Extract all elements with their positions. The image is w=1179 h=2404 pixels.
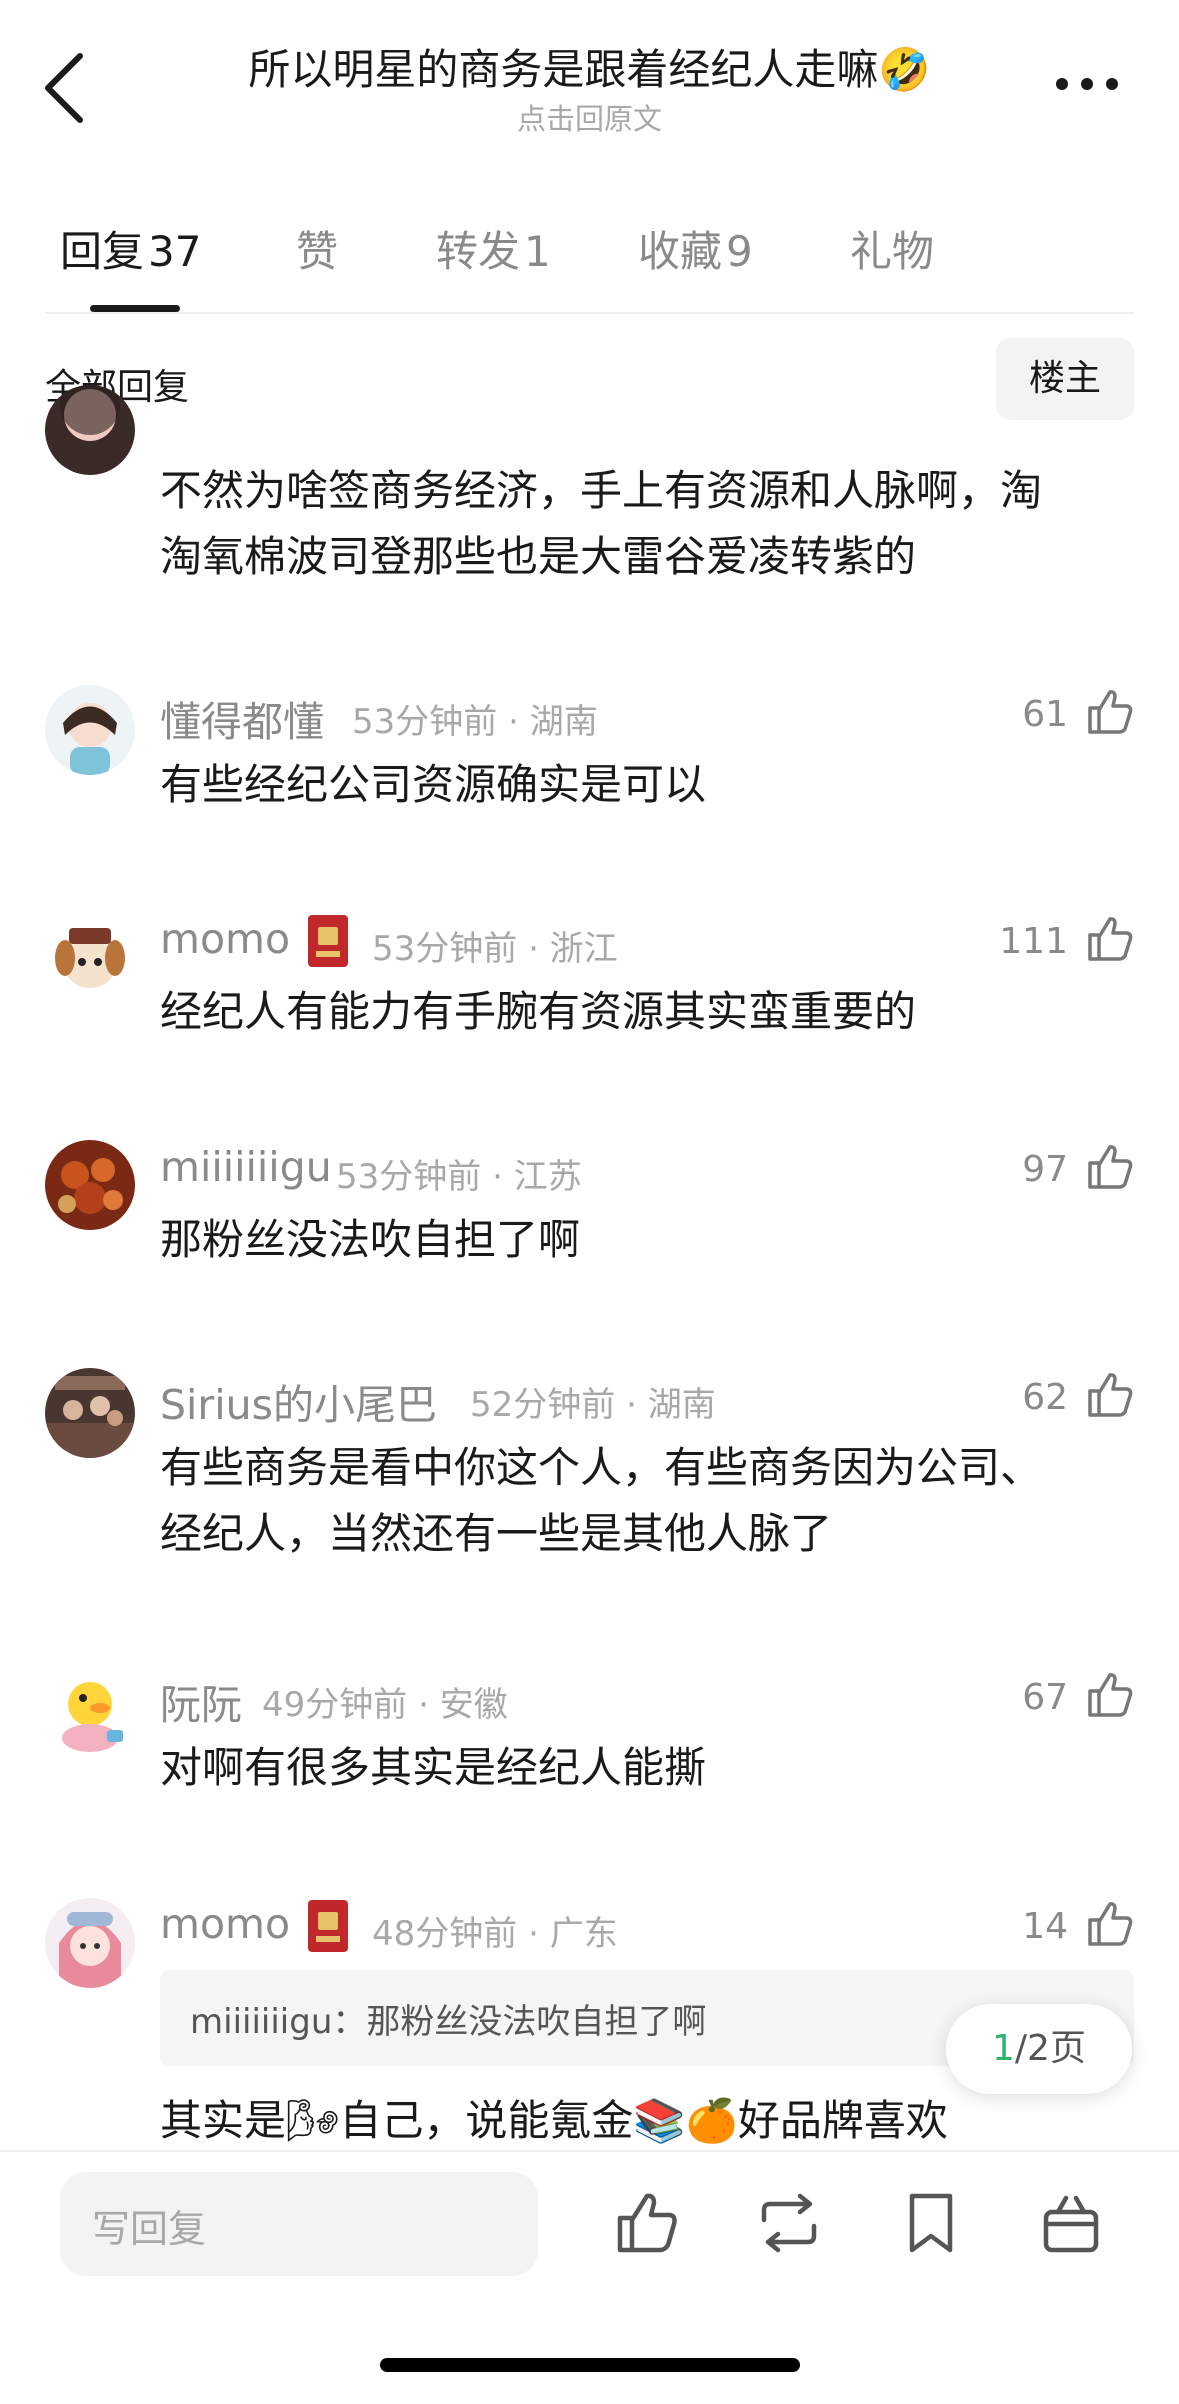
avatar[interactable] — [45, 1898, 135, 1988]
like-count: 97 — [1022, 1149, 1068, 1190]
tab-replies[interactable]: 回复37 — [60, 218, 201, 279]
comment-username[interactable]: miiiiiiigu — [160, 1143, 332, 1191]
repost-icon[interactable] — [754, 2188, 824, 2258]
thumbs-up-icon[interactable] — [612, 2188, 682, 2258]
tabs-divider — [45, 312, 1134, 314]
avatar[interactable] — [45, 685, 135, 775]
avatar[interactable] — [45, 912, 135, 1002]
tab-reposts[interactable]: 转发1 — [436, 218, 551, 279]
tab-bar: 回复37 赞 转发1 收藏9 礼物 — [0, 218, 1179, 278]
active-tab-indicator — [90, 305, 180, 312]
comment-meta: 52分钟前 · 湖南 — [470, 1385, 716, 1425]
like-count: 111 — [999, 921, 1068, 962]
comment-text: 有些经纪公司资源确实是可以 — [160, 760, 707, 809]
like-count: 61 — [1022, 694, 1068, 735]
home-indicator — [380, 2358, 800, 2372]
comment-username[interactable]: momo — [160, 1900, 290, 1948]
comment-username[interactable]: 阮阮 — [160, 1671, 242, 1731]
bookmark-icon[interactable] — [896, 2188, 966, 2258]
comment-text: 有些商务是看中你这个人，有些商务因为公司、经纪人，当然还有一些是其他人脉了 — [160, 1443, 1043, 1558]
gift-icon[interactable] — [1036, 2188, 1106, 2258]
comment-username[interactable]: 懂得都懂 — [160, 688, 324, 748]
like-count: 62 — [1022, 1377, 1068, 1418]
comment-text: 不然为啥签商务经济，手上有资源和人脉啊，淘淘氧棉波司登那些也是大雷谷爱凌转紫的 — [160, 466, 1043, 581]
avatar[interactable] — [45, 1668, 135, 1758]
thumbs-up-icon[interactable] — [1084, 1898, 1136, 1950]
thumbs-up-icon[interactable] — [1084, 1669, 1136, 1721]
comment-meta: 49分钟前 · 安徽 — [262, 1685, 508, 1725]
op-only-button[interactable]: 楼主 — [996, 338, 1134, 420]
thumbs-up-icon[interactable] — [1084, 1141, 1136, 1193]
comment-meta: 53分钟前 · 浙江 — [372, 929, 618, 969]
comment-username[interactable]: momo — [160, 915, 290, 963]
thumbs-up-icon[interactable] — [1084, 913, 1136, 965]
post-title[interactable]: 所以明星的商务是跟着经纪人走嘛🤣 — [0, 36, 1179, 97]
back-to-original-link[interactable]: 点击回原文 — [0, 96, 1179, 138]
comment-meta: 48分钟前 · 广东 — [372, 1914, 618, 1954]
avatar[interactable] — [45, 1368, 135, 1458]
thumbs-up-icon[interactable] — [1084, 1369, 1136, 1421]
page-indicator[interactable]: 1/2页 — [946, 2004, 1132, 2094]
comment-meta: 53分钟前 · 湖南 — [352, 702, 598, 742]
avatar[interactable] — [45, 1140, 135, 1230]
like-count: 67 — [1022, 1677, 1068, 1718]
comment-text: 经纪人有能力有手腕有资源其实蛮重要的 — [160, 987, 917, 1036]
comment-meta: 53分钟前 · 江苏 — [336, 1157, 582, 1197]
red-book-badge-icon — [308, 915, 348, 967]
comment-text: 那粉丝没法吹自担了啊 — [160, 1215, 581, 1264]
thumbs-up-icon[interactable] — [1084, 686, 1136, 738]
quoted-reply: miiiiiiigu：那粉丝没法吹自担了啊 — [190, 2002, 707, 2042]
more-options-icon[interactable] — [1052, 74, 1122, 94]
tab-likes[interactable]: 赞 — [296, 218, 342, 279]
tab-gifts[interactable]: 礼物 — [850, 218, 938, 279]
comment-username[interactable]: Sirius的小尾巴 — [160, 1371, 437, 1431]
like-count: 14 — [1022, 1906, 1068, 1947]
reply-placeholder: 写回复 — [92, 2207, 207, 2251]
red-book-badge-icon — [308, 1900, 348, 1952]
comment-text: 对啊有很多其实是经纪人能撕 — [160, 1743, 707, 1792]
comment-text: 其实是🌬自己，说能氪金📚🍊好品牌喜欢 — [160, 2096, 948, 2145]
avatar[interactable] — [45, 385, 135, 475]
tab-favorites[interactable]: 收藏9 — [638, 218, 753, 279]
